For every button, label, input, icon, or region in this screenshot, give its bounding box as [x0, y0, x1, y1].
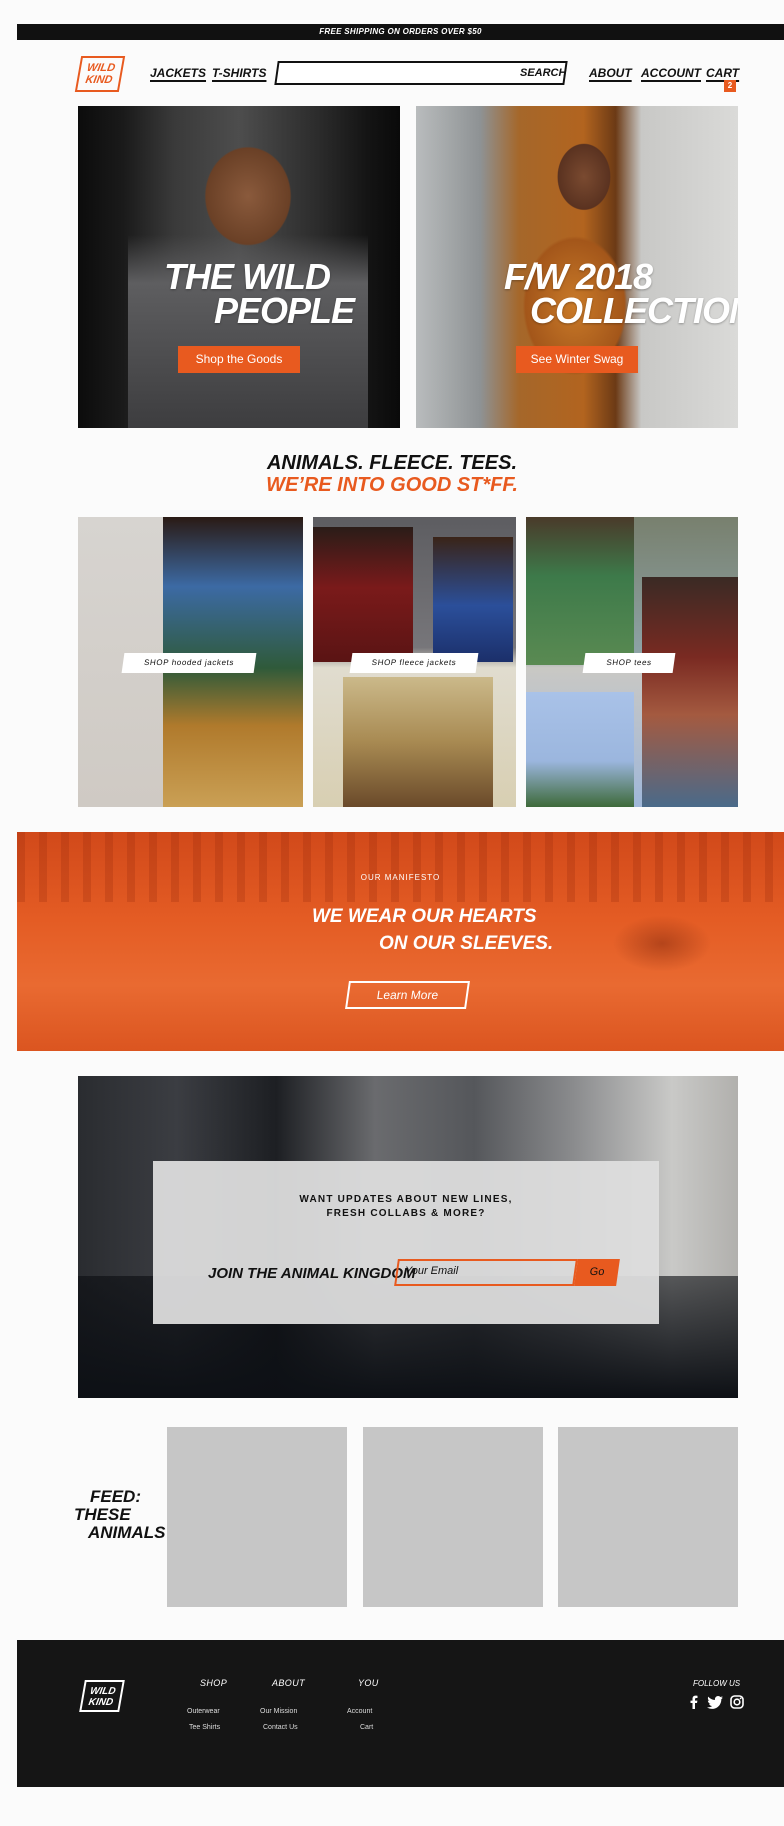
- category-image: [526, 692, 634, 807]
- nav-cart[interactable]: CART: [706, 66, 739, 80]
- feed-title-line-1: FEED:: [90, 1487, 141, 1506]
- join-animal-kingdom-label: JOIN THE ANIMAL KINGDOM: [208, 1265, 416, 1282]
- go-button[interactable]: Go: [574, 1259, 620, 1286]
- twitter-icon[interactable]: [707, 1694, 723, 1710]
- category-image: [313, 527, 413, 662]
- facebook-icon[interactable]: [685, 1694, 701, 1710]
- learn-more-button[interactable]: Learn More: [345, 981, 470, 1009]
- instagram-icon[interactable]: [729, 1694, 745, 1710]
- feed-tile[interactable]: [363, 1427, 543, 1607]
- footer-heading-shop: SHOP: [200, 1678, 228, 1688]
- footer-logo-line-2: KIND: [87, 1697, 115, 1708]
- hero-title-line-2: PEOPLE: [214, 290, 355, 331]
- shop-hooded-jackets-label[interactable]: SHOP hooded jackets: [121, 653, 257, 673]
- manifesto-line-1: WE WEAR OUR HEARTS: [312, 906, 537, 927]
- footer-heading-you: YOU: [358, 1678, 379, 1688]
- shop-fleece-jackets-label[interactable]: SHOP fleece jackets: [349, 653, 479, 673]
- footer-link-outerwear[interactable]: Outerwear: [187, 1708, 220, 1715]
- category-tees[interactable]: SHOP tees: [526, 517, 738, 807]
- footer-logo[interactable]: WILD KIND: [79, 1680, 125, 1712]
- hero-title-line-2: COLLECTION: [530, 290, 738, 331]
- category-image: [526, 517, 634, 665]
- hero-fw-collection[interactable]: F/W 2018 COLLECTION See Winter Swag: [416, 106, 738, 428]
- feed-title-line-3: ANIMALS: [88, 1523, 166, 1542]
- email-placeholder[interactable]: Your Email: [405, 1265, 458, 1277]
- feed-title-line-2: THESE: [74, 1505, 131, 1524]
- manifesto-section: OUR MANIFESTO WE WEAR OUR HEARTS ON OUR …: [17, 832, 784, 1051]
- hero-title-line-1: F/W 2018: [504, 256, 653, 297]
- shipping-banner: FREE SHIPPING ON ORDERS OVER $50: [17, 24, 784, 40]
- nav-jackets[interactable]: JACKETS: [150, 66, 206, 80]
- shop-tees-label[interactable]: SHOP tees: [582, 653, 676, 673]
- feed-title: FEED: THESE ANIMALS: [74, 1488, 165, 1542]
- category-image: [433, 537, 513, 662]
- wild-kind-logo[interactable]: WILD KIND: [74, 56, 126, 92]
- logo-line-1: WILD: [85, 62, 117, 74]
- hero-wild-people[interactable]: THE WILD PEOPLE Shop the Goods: [78, 106, 400, 428]
- category-image: [343, 677, 493, 807]
- feed-tile[interactable]: [167, 1427, 347, 1607]
- footer-link-contact-us[interactable]: Contact Us: [263, 1724, 298, 1731]
- footer-heading-about: ABOUT: [272, 1678, 306, 1688]
- category-image: [642, 577, 738, 807]
- tagline-line-1: ANIMALS. FLEECE. TEES.: [266, 452, 518, 474]
- wolf-image: [577, 872, 747, 1002]
- footer: WILD KIND SHOP Outerwear Tee Shirts ABOU…: [17, 1640, 784, 1787]
- newsletter-question: WANT UPDATES ABOUT NEW LINES, FRESH COLL…: [153, 1193, 659, 1221]
- shop-the-goods-button[interactable]: Shop the Goods: [178, 346, 300, 373]
- footer-logo-line-1: WILD: [89, 1686, 117, 1697]
- manifesto-line-2: ON OUR SLEEVES.: [379, 933, 554, 954]
- nav-about[interactable]: ABOUT: [589, 66, 632, 80]
- nav-t-shirts[interactable]: T-SHIRTS: [212, 66, 266, 80]
- newsletter-card: WANT UPDATES ABOUT NEW LINES, FRESH COLL…: [153, 1161, 659, 1324]
- manifesto-eyebrow: OUR MANIFESTO: [360, 873, 441, 882]
- logo-line-2: KIND: [84, 74, 114, 86]
- footer-link-our-mission[interactable]: Our Mission: [260, 1708, 297, 1715]
- nav-account[interactable]: ACCOUNT: [641, 66, 701, 80]
- search-button[interactable]: SEARCH: [520, 67, 566, 79]
- feed-tile[interactable]: [558, 1427, 738, 1607]
- newsletter-question-line-2: FRESH COLLABS & MORE?: [326, 1208, 486, 1219]
- social-icons: [685, 1694, 745, 1710]
- cart-count-badge: 2: [724, 80, 736, 92]
- category-fleece-jackets[interactable]: SHOP fleece jackets: [313, 517, 516, 807]
- category-hooded-jackets[interactable]: SHOP hooded jackets: [78, 517, 303, 807]
- tagline-line-2: WE’RE INTO GOOD ST*FF.: [266, 474, 518, 496]
- follow-us-label: FOLLOW US: [693, 1679, 741, 1688]
- see-winter-swag-button[interactable]: See Winter Swag: [516, 346, 638, 373]
- hero-title-line-1: THE WILD: [164, 256, 331, 297]
- footer-link-cart[interactable]: Cart: [360, 1724, 373, 1731]
- newsletter-question-line-1: WANT UPDATES ABOUT NEW LINES,: [299, 1194, 513, 1205]
- footer-link-tee-shirts[interactable]: Tee Shirts: [189, 1724, 220, 1731]
- footer-link-account[interactable]: Account: [347, 1708, 372, 1715]
- newsletter-section: WANT UPDATES ABOUT NEW LINES, FRESH COLL…: [78, 1076, 738, 1398]
